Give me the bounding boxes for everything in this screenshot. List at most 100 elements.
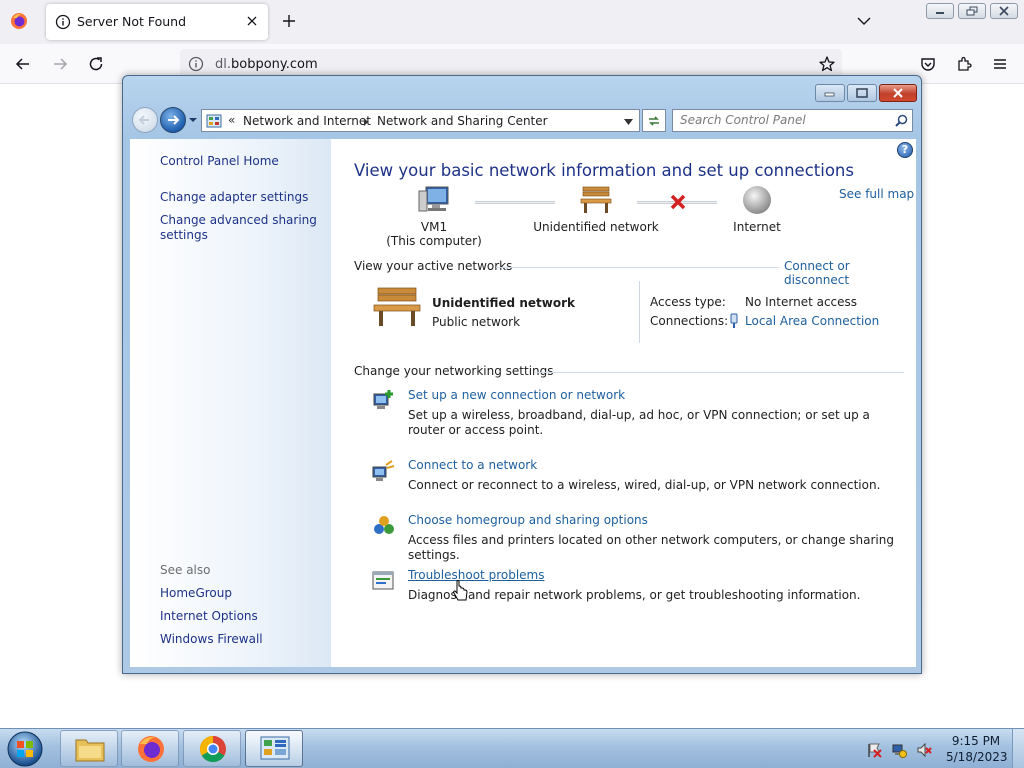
- reload-icon[interactable]: [87, 55, 105, 73]
- troubleshoot-icon: [372, 571, 394, 590]
- troubleshoot-problems-link[interactable]: Troubleshoot problems: [408, 568, 544, 582]
- refresh-button[interactable]: [642, 109, 666, 132]
- start-button[interactable]: [4, 730, 46, 768]
- breadcrumb-sharing-center[interactable]: Network and Sharing Center: [377, 114, 548, 128]
- taskbar-explorer[interactable]: [60, 730, 118, 767]
- computer-icon: [418, 186, 449, 212]
- browser-tab-active[interactable]: Server Not Found: [46, 4, 268, 40]
- computer-name: VM1: [420, 220, 448, 234]
- change-advanced-sharing-link[interactable]: Change advanced sharing settings: [160, 213, 320, 243]
- see-also-heading: See also: [160, 563, 211, 577]
- map-node-internet[interactable]: Internet: [717, 185, 797, 234]
- window-minimize-button[interactable]: [815, 84, 845, 102]
- control-panel-icon: [206, 114, 222, 128]
- address-dropdown-icon[interactable]: [624, 119, 633, 125]
- info-icon[interactable]: [188, 56, 204, 72]
- internet-label: Internet: [733, 220, 781, 234]
- homegroup-sharing-link[interactable]: Choose homegroup and sharing options: [408, 513, 648, 527]
- network-bench-icon[interactable]: [372, 284, 422, 328]
- homegroup-link[interactable]: HomeGroup: [160, 586, 232, 601]
- minimize-icon: [936, 12, 944, 14]
- close-button[interactable]: [990, 3, 1018, 19]
- divider: [639, 281, 640, 343]
- computer-note: (This computer): [386, 234, 482, 248]
- recent-pages-icon[interactable]: [188, 116, 198, 124]
- minimize-button[interactable]: [926, 3, 954, 19]
- internet-options-link[interactable]: Internet Options: [160, 609, 258, 624]
- action-center-flag-icon[interactable]: [866, 742, 882, 758]
- back-arrow-icon[interactable]: [14, 55, 32, 73]
- volume-muted-icon[interactable]: [916, 742, 932, 758]
- tab-title: Server Not Found: [77, 14, 187, 29]
- hamburger-menu-icon[interactable]: [991, 55, 1009, 73]
- close-tab-icon[interactable]: [244, 13, 260, 29]
- globe-icon: [743, 186, 771, 214]
- close-icon: [893, 88, 903, 98]
- network-tray-icon[interactable]: [891, 742, 907, 758]
- windows-firewall-link[interactable]: Windows Firewall: [160, 632, 263, 647]
- setup-new-connection-link[interactable]: Set up a new connection or network: [408, 388, 625, 402]
- breadcrumb-network-internet[interactable]: Network and Internet: [243, 114, 371, 128]
- breadcrumb-overflow[interactable]: «: [228, 113, 235, 127]
- divider: [496, 267, 779, 268]
- map-node-network[interactable]: Unidentified network: [531, 185, 661, 234]
- restore-icon: [966, 6, 978, 16]
- window-maximize-button[interactable]: [847, 84, 877, 102]
- chevron-down-icon[interactable]: [856, 14, 872, 28]
- breadcrumb-arrow-icon[interactable]: [363, 118, 369, 126]
- taskbar-firefox[interactable]: [121, 730, 179, 767]
- new-tab-icon[interactable]: [280, 12, 298, 30]
- connect-to-network-link[interactable]: Connect to a network: [408, 458, 537, 472]
- divider: [534, 372, 904, 373]
- search-icon[interactable]: [895, 114, 908, 127]
- forward-arrow-icon: [168, 115, 180, 125]
- help-icon[interactable]: ?: [897, 142, 913, 158]
- clock-time[interactable]: 9:15 PM: [946, 734, 1006, 748]
- extensions-icon[interactable]: [955, 55, 973, 73]
- new-connection-icon: [373, 390, 393, 409]
- see-full-map-link[interactable]: See full map: [839, 187, 914, 201]
- active-network-type[interactable]: Public network: [432, 315, 520, 329]
- ethernet-icon: [730, 313, 738, 328]
- homegroup-icon: [374, 516, 394, 534]
- forward-arrow-icon[interactable]: [51, 55, 69, 73]
- control-panel-home-link[interactable]: Control Panel Home: [160, 154, 279, 169]
- control-panel-icon: [260, 736, 290, 760]
- folder-icon: [75, 739, 105, 762]
- taskbar: 9:15 PM 5/18/2023: [0, 728, 1024, 768]
- active-networks-heading: View your active networks: [354, 259, 513, 273]
- back-button[interactable]: [132, 107, 158, 133]
- task-description: Set up a wireless, broadband, dial-up, a…: [408, 408, 870, 437]
- connect-or-disconnect-link[interactable]: Connect or disconnect: [784, 259, 916, 287]
- pocket-icon[interactable]: [919, 55, 937, 73]
- task-description: Connect or reconnect to a wireless, wire…: [408, 478, 881, 492]
- bench-icon: [580, 186, 612, 213]
- networking-settings-heading: Change your networking settings: [354, 364, 554, 378]
- taskbar-chrome[interactable]: [183, 730, 241, 767]
- search-placeholder: Search Control Panel: [680, 113, 806, 127]
- breadcrumb-bar[interactable]: « Network and Internet Network and Shari…: [201, 109, 640, 132]
- show-desktop-button[interactable]: [1012, 729, 1024, 768]
- restore-button[interactable]: [958, 3, 986, 19]
- info-icon: [55, 14, 71, 30]
- map-node-computer[interactable]: VM1 (This computer): [384, 185, 484, 248]
- window-close-button[interactable]: [879, 84, 917, 102]
- task-description: Access files and printers located on oth…: [408, 533, 894, 562]
- network-sharing-center-window: « Network and Internet Network and Shari…: [122, 75, 922, 674]
- local-area-connection-link[interactable]: Local Area Connection: [745, 314, 879, 328]
- bookmark-star-icon[interactable]: [818, 55, 836, 73]
- network-name: Unidentified network: [533, 220, 659, 234]
- url-text: dl.bobpony.com: [215, 57, 318, 72]
- taskbar-control-panel[interactable]: [245, 730, 303, 767]
- tasks-pane: Control Panel Home Change adapter settin…: [130, 139, 331, 667]
- disconnected-x-icon[interactable]: [670, 194, 686, 210]
- clock-date[interactable]: 5/18/2023: [946, 750, 1008, 764]
- firefox-logo-icon[interactable]: [10, 12, 28, 30]
- access-type-label: Access type:: [650, 295, 726, 309]
- change-adapter-settings-link[interactable]: Change adapter settings: [160, 190, 308, 205]
- search-input[interactable]: Search Control Panel: [672, 109, 913, 132]
- back-arrow-icon: [138, 115, 149, 125]
- task-description: Diagnose and repair network problems, or…: [408, 588, 861, 602]
- forward-button[interactable]: [160, 107, 186, 133]
- connect-network-icon: [372, 460, 395, 481]
